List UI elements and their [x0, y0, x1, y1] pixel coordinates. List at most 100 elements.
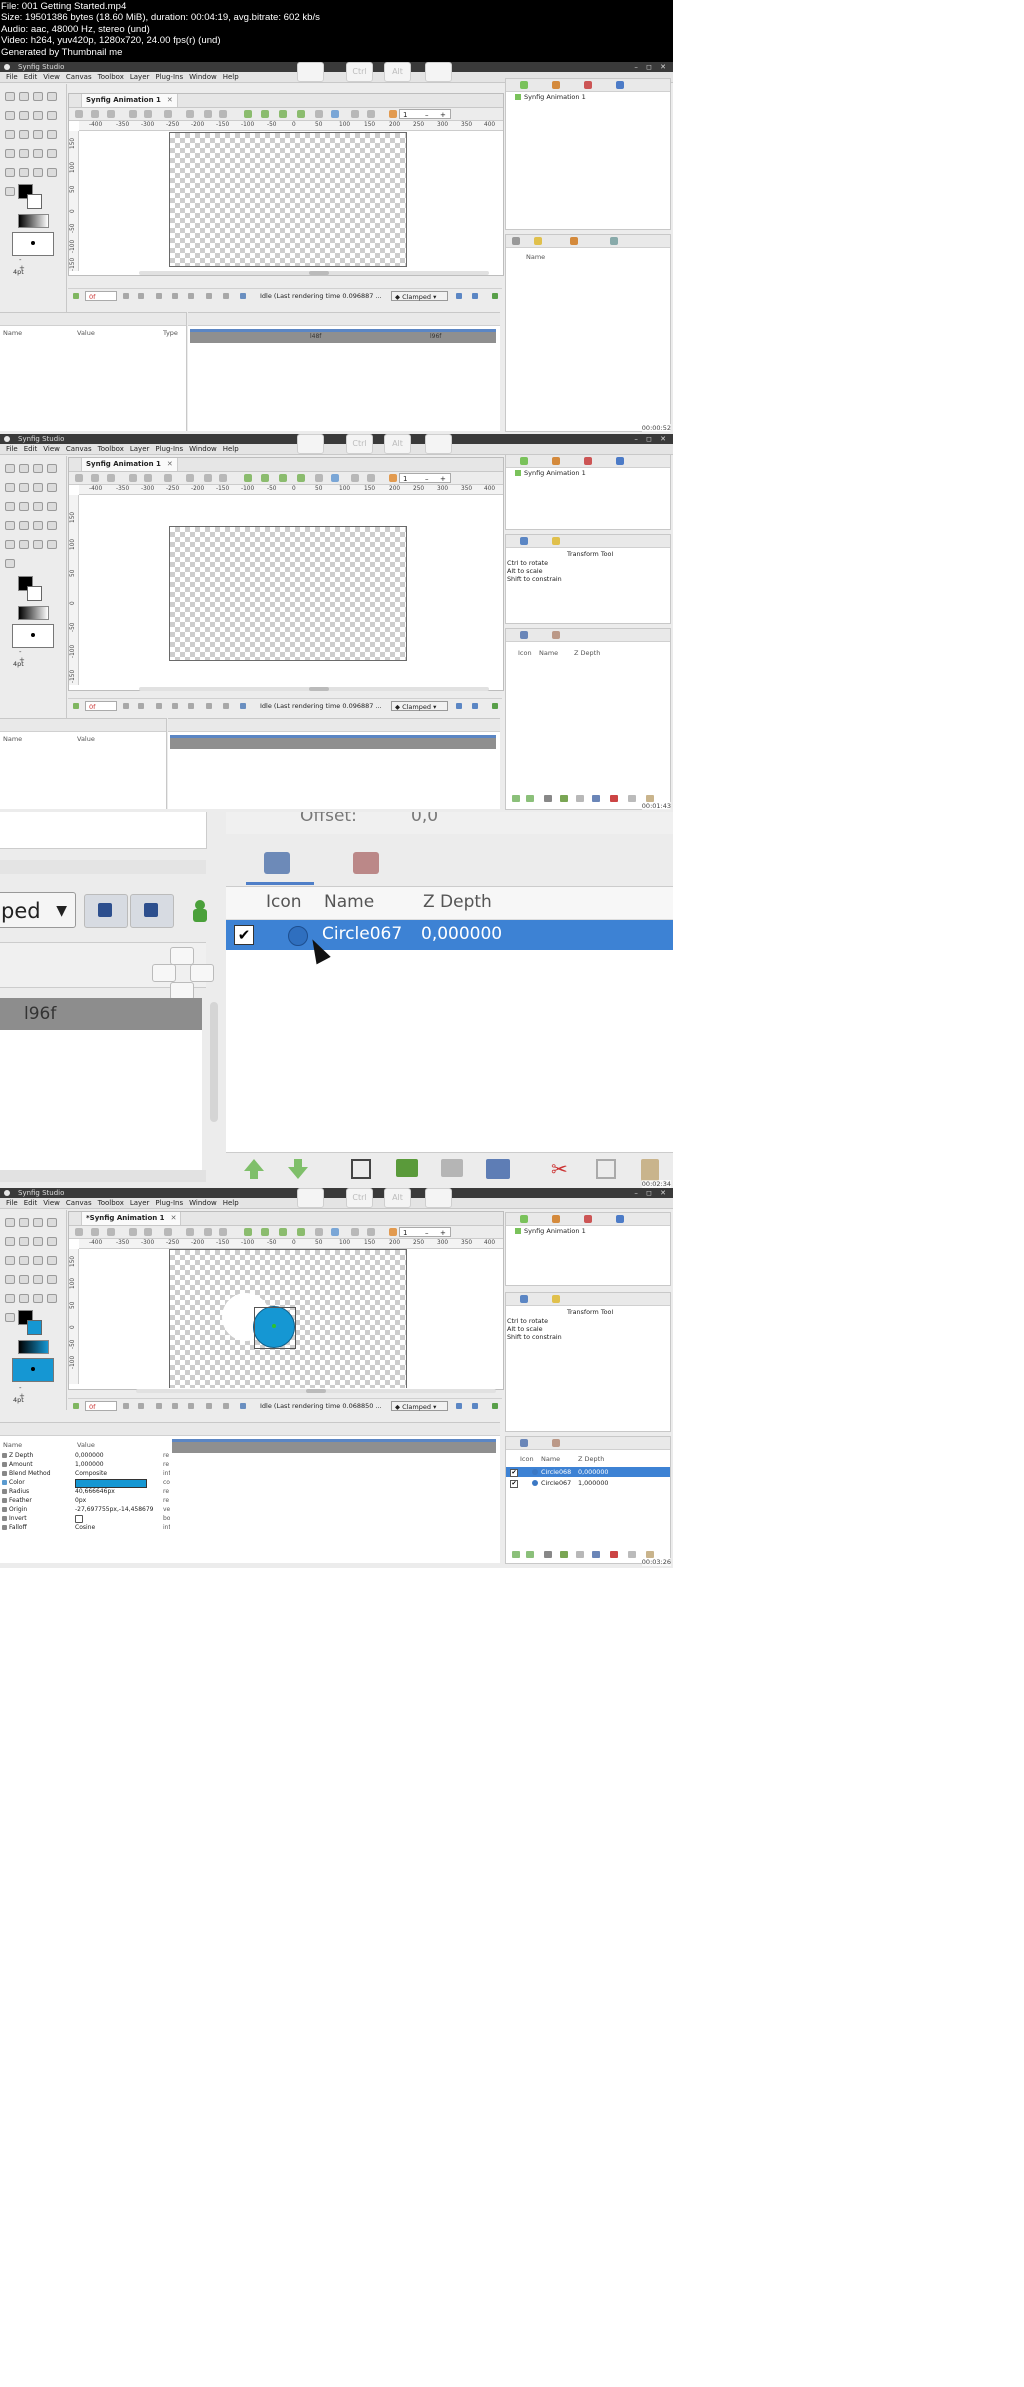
lower-layer-icon[interactable] [288, 1159, 308, 1179]
menu-edit[interactable]: Edit [21, 72, 41, 82]
sets-tab-icon[interactable] [353, 852, 379, 874]
menu-edit[interactable]: Edit [21, 444, 41, 454]
animation-mode-icon[interactable] [190, 900, 210, 922]
layer-visibility-checkbox[interactable]: ✔ [510, 1480, 518, 1488]
canvas-tab[interactable]: Synfig Animation 1 ✕ [81, 94, 178, 107]
copy-icon[interactable] [596, 1159, 616, 1179]
interpolation-dropdown[interactable]: ◆ Clamped ▾ [391, 701, 448, 711]
window-controls[interactable]: – ◻ ✕ [634, 62, 669, 72]
close-icon[interactable]: ✕ [171, 1214, 177, 1222]
panel-dock-handle[interactable] [150, 947, 214, 1000]
size-plus-minus[interactable]: - + [19, 256, 66, 272]
canvas-browser-item[interactable]: Synfig Animation 1 [515, 469, 586, 477]
canvas-hscrollbar[interactable] [136, 1389, 496, 1393]
window-controls[interactable]: – ◻ ✕ [634, 434, 669, 444]
menu-plugins[interactable]: Plug-Ins [152, 72, 186, 82]
zoom-spin[interactable]: 1– + [399, 473, 451, 483]
zoom-spin[interactable]: 1– + [399, 109, 451, 119]
param-row[interactable]: Z Depth 0,000000 re [0, 1451, 170, 1460]
param-row[interactable]: Amount 1,000000 re [0, 1460, 170, 1469]
param-row[interactable]: Falloff Cosine int [0, 1523, 171, 1532]
menu-canvas[interactable]: Canvas [63, 72, 95, 82]
menu-canvas[interactable]: Canvas [63, 1198, 95, 1208]
menu-window[interactable]: Window [186, 444, 220, 454]
layer-name[interactable]: Circle067 [322, 924, 402, 944]
menu-toolbox[interactable]: Toolbox [95, 444, 127, 454]
menu-layer[interactable]: Layer [127, 72, 153, 82]
folder-icon[interactable] [441, 1159, 463, 1177]
canvas-checkerboard[interactable] [169, 1249, 407, 1388]
menu-layer[interactable]: Layer [127, 1198, 153, 1208]
interpolation-dropdown[interactable]: ◆ Clamped ▾ [391, 1401, 448, 1411]
menu-file[interactable]: File [0, 72, 21, 82]
raise-layer-icon[interactable] [244, 1159, 264, 1179]
close-icon[interactable]: ✕ [167, 460, 173, 468]
window-controls[interactable]: – ◻ ✕ [634, 1188, 669, 1198]
gradient-swatch[interactable] [18, 1340, 49, 1354]
invert-checkbox[interactable] [75, 1515, 83, 1523]
zoom-spin[interactable]: 1– + [399, 1227, 451, 1237]
size-plus-minus[interactable]: - + [19, 1384, 66, 1400]
canvas-checkerboard[interactable] [169, 132, 407, 267]
layer-visibility-checkbox[interactable]: ✔ [510, 1469, 518, 1477]
menu-toolbox[interactable]: Toolbox [95, 1198, 127, 1208]
canvas-hscrollbar[interactable] [139, 687, 489, 691]
fill-color-swatch[interactable] [27, 586, 42, 601]
canvas-browser-item[interactable]: Synfig Animation 1 [515, 93, 586, 101]
menu-view[interactable]: View [40, 1198, 63, 1208]
param-row[interactable]: Color co [0, 1478, 170, 1488]
bottom-scrollbar[interactable] [0, 1170, 206, 1182]
origin-handle[interactable] [272, 1324, 276, 1328]
panel-dock-handle[interactable] [636, 834, 666, 886]
layers-tab-icon[interactable] [264, 852, 290, 874]
menu-help[interactable]: Help [220, 72, 242, 82]
menu-file[interactable]: File [0, 444, 21, 454]
canvas-tab[interactable]: Synfig Animation 1 ✕ [81, 458, 178, 471]
vertical-scrollbar[interactable] [210, 1002, 218, 1122]
encapsulate-icon[interactable] [396, 1159, 418, 1177]
gradient-swatch[interactable] [18, 214, 49, 228]
gradient-swatch[interactable] [18, 606, 49, 620]
menu-plugins[interactable]: Plug-Ins [152, 444, 186, 454]
param-row[interactable]: Radius 40,666646px re [0, 1487, 170, 1496]
tool-grid[interactable] [3, 461, 63, 575]
current-frame-field[interactable]: 0f [85, 1401, 117, 1411]
param-row[interactable]: Feather 0px re [0, 1496, 170, 1505]
menu-edit[interactable]: Edit [21, 1198, 41, 1208]
lock-past-keyframe-button[interactable] [84, 894, 128, 928]
canvas-checkerboard[interactable] [169, 526, 407, 661]
layer-row[interactable]: ✔ Circle067 0,000000 [226, 920, 673, 950]
param-row[interactable]: Invert bo [0, 1514, 170, 1523]
menu-help[interactable]: Help [220, 1198, 242, 1208]
menu-file[interactable]: File [0, 1198, 21, 1208]
size-plus-minus[interactable]: - + [19, 648, 66, 664]
layer-row[interactable]: ✔ Circle067 1,000000 [506, 1478, 670, 1488]
canvas-tab[interactable]: *Synfig Animation 1 ✕ [81, 1212, 182, 1225]
menu-toolbox[interactable]: Toolbox [95, 72, 127, 82]
current-frame-field[interactable]: 0f [85, 701, 117, 711]
menu-view[interactable]: View [40, 444, 63, 454]
close-icon[interactable]: ✕ [167, 96, 173, 104]
menu-plugins[interactable]: Plug-Ins [152, 1198, 186, 1208]
menu-window[interactable]: Window [186, 72, 220, 82]
duplicate-layer-icon[interactable] [351, 1159, 371, 1179]
fill-color-swatch[interactable] [27, 194, 42, 209]
time-ruler[interactable]: l96f [0, 998, 202, 1030]
lock-future-keyframe-button[interactable] [130, 894, 174, 928]
layer-name[interactable]: Circle068 [541, 1467, 571, 1477]
time-ruler[interactable] [172, 1439, 496, 1453]
menu-layer[interactable]: Layer [127, 444, 153, 454]
param-row[interactable]: Origin -27,697755px,-14,458679 ve [0, 1505, 170, 1514]
tool-grid[interactable] [3, 89, 63, 203]
layer-visibility-checkbox[interactable]: ✔ [234, 925, 254, 945]
paste-icon[interactable] [641, 1159, 659, 1181]
time-ruler[interactable] [170, 735, 496, 749]
layer-row[interactable]: ✔ Circle068 0,000000 [506, 1467, 670, 1477]
tool-grid[interactable] [3, 1215, 63, 1329]
cut-icon[interactable]: ✂ [551, 1159, 571, 1179]
menu-canvas[interactable]: Canvas [63, 444, 95, 454]
current-frame-field[interactable]: 0f [85, 291, 117, 301]
time-ruler[interactable]: l48f l96f [190, 329, 496, 343]
param-row[interactable]: Blend Method Composite int [0, 1469, 171, 1478]
layer-name[interactable]: Circle067 [541, 1478, 571, 1488]
